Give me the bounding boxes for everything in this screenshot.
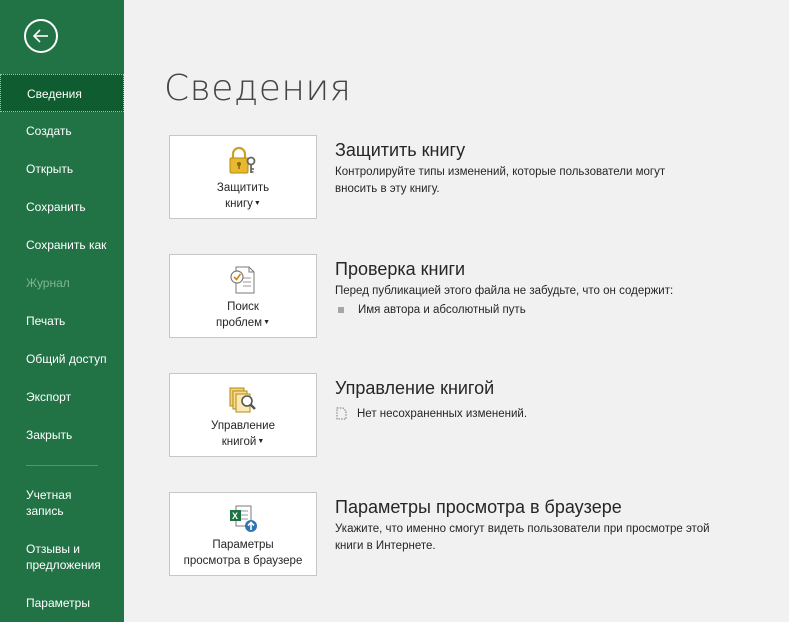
manage-workbook-button[interactable]: Управление книгой▼ — [169, 373, 317, 457]
browser-desc-line2: книги в Интернете. — [335, 540, 436, 552]
chevron-down-icon: ▼ — [263, 319, 271, 326]
browser-view-options-icon: X — [230, 505, 257, 532]
manage-status-text: Нет несохраненных изменений. — [357, 408, 528, 420]
bullet-icon — [338, 306, 344, 313]
inspect-workbook-title: Проверка книги — [335, 259, 466, 279]
nav-info-label: Сведения — [27, 87, 82, 101]
nav-info[interactable]: Сведения — [0, 74, 124, 112]
manage-workbook-title: Управление книгой — [335, 378, 495, 398]
nav-separator — [26, 465, 98, 466]
nav-export[interactable]: Экспорт — [0, 389, 124, 405]
lock-key-icon — [229, 146, 256, 174]
svg-text:X: X — [232, 511, 238, 521]
protect-workbook-button[interactable]: Защитить книгу▼ — [169, 135, 317, 219]
inspect-bullet-text: Имя автора и абсолютный путь — [358, 304, 526, 316]
protect-workbook-title: Защитить книгу — [335, 140, 466, 160]
issues-label-line1: Поиск — [227, 301, 259, 313]
nav-share-label: Общий доступ — [26, 352, 107, 366]
manage-workbook-icon — [229, 387, 256, 413]
nav-feedback-label-line1: Отзывы и — [26, 542, 80, 556]
check-for-issues-button[interactable]: Поиск проблем▼ — [169, 254, 317, 338]
protect-workbook-label: Защитить книгу▼ — [170, 180, 316, 212]
browser-view-options-button[interactable]: X Параметры просмотра в браузере — [169, 492, 317, 576]
nav-print-label: Печать — [26, 314, 66, 328]
protect-desc-line1: Контролируйте типы изменений, которые по… — [335, 166, 666, 178]
nav-options[interactable]: Параметры — [0, 595, 124, 611]
nav-close[interactable]: Закрыть — [0, 427, 124, 443]
nav-new-label: Создать — [26, 124, 72, 138]
chevron-down-icon: ▼ — [253, 200, 261, 207]
protect-workbook-desc: Контролируйте типы изменений, которые по… — [335, 164, 745, 198]
chevron-down-icon: ▼ — [257, 438, 265, 445]
arrow-left-icon — [32, 29, 48, 43]
nav-history-label: Журнал — [26, 276, 70, 290]
manage-workbook-desc: Нет несохраненных изменений. — [335, 406, 745, 423]
nav-feedback[interactable]: Отзывы и предложения — [0, 541, 124, 573]
protect-label-line1: Защитить — [216, 182, 270, 194]
nav-save-label: Сохранить — [26, 200, 86, 214]
issues-label-line2: проблем — [215, 317, 263, 330]
nav-close-label: Закрыть — [26, 428, 73, 442]
document-dotted-icon — [336, 407, 347, 420]
backstage-sidebar: Сведения Создать Открыть Сохранить Сохра… — [0, 0, 124, 622]
check-for-issues-label: Поиск проблем▼ — [170, 299, 316, 331]
browser-label-line1: Параметры — [212, 539, 274, 551]
protect-desc-line2: вносить в эту книгу. — [335, 183, 440, 195]
nav-options-label: Параметры — [26, 596, 90, 610]
manage-workbook-label: Управление книгой▼ — [170, 418, 316, 450]
browser-desc-line1: Укажите, что именно смогут видеть пользо… — [335, 523, 710, 535]
nav-open-label: Открыть — [26, 162, 74, 176]
manage-label-line1: Управление — [211, 420, 275, 432]
nav-account-label-line2: запись — [26, 504, 64, 518]
nav-account[interactable]: Учетная запись — [0, 487, 124, 519]
protect-label-line2: книгу — [225, 198, 253, 211]
browser-view-options-label: Параметры просмотра в браузере — [170, 537, 316, 569]
inspect-desc-line1: Перед публикацией этого файла не забудьт… — [335, 285, 674, 297]
nav-save-as-label: Сохранить как — [26, 238, 107, 252]
nav-history: Журнал — [0, 275, 124, 291]
nav-save[interactable]: Сохранить — [0, 199, 124, 215]
manage-label-line2: книгой — [221, 436, 257, 449]
nav-share[interactable]: Общий доступ — [0, 351, 124, 367]
nav-account-label-line1: Учетная — [26, 488, 72, 502]
browser-label-line2: просмотра в браузере — [183, 555, 303, 567]
browser-view-options-title: Параметры просмотра в браузере — [335, 497, 622, 517]
nav-feedback-label-line2: предложения — [26, 558, 101, 572]
nav-save-as[interactable]: Сохранить как — [0, 237, 124, 253]
nav-export-label: Экспорт — [26, 390, 72, 404]
back-button[interactable] — [24, 19, 58, 53]
browser-view-options-desc: Укажите, что именно смогут видеть пользо… — [335, 521, 745, 555]
nav-new[interactable]: Создать — [0, 123, 124, 139]
nav-open[interactable]: Открыть — [0, 161, 124, 177]
page-title: Сведения — [164, 68, 352, 109]
inspect-workbook-desc: Перед публикацией этого файла не забудьт… — [335, 283, 745, 319]
inspect-document-icon — [230, 266, 255, 294]
nav-print[interactable]: Печать — [0, 313, 124, 329]
